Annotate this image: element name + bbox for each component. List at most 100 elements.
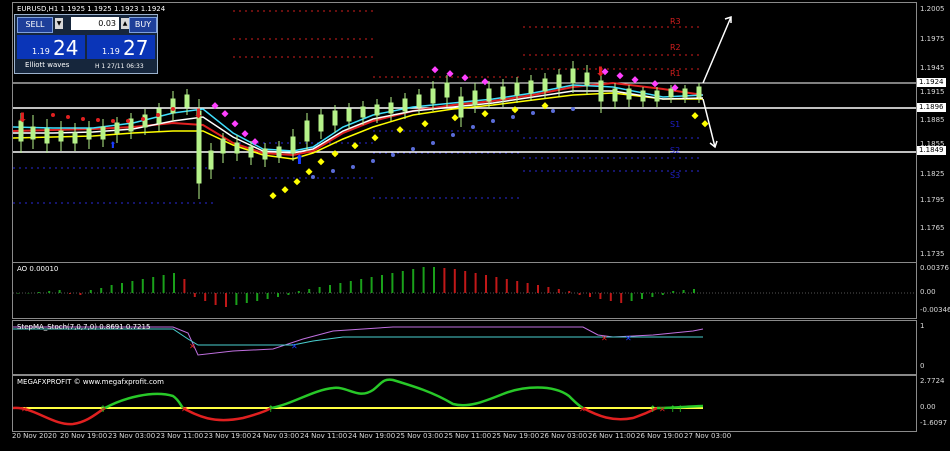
ao-bar — [661, 293, 664, 295]
ao-bar — [266, 293, 269, 299]
time-tick: 20 Nov 19:00 — [60, 432, 108, 440]
sell-price-small: 1.19 — [32, 47, 50, 56]
stoch-main-line — [13, 326, 704, 356]
ao-bar — [287, 293, 290, 295]
cross-buy-marker: ✕ — [625, 334, 632, 343]
ao-axis-mid: 0.00 — [920, 288, 936, 296]
lot-decrease-button[interactable]: ▼ — [55, 18, 63, 29]
svg-text:↑: ↑ — [267, 405, 275, 415]
pivot-label-r3: R3 — [670, 17, 681, 26]
down-arrow-icon: ⬇ — [193, 107, 204, 122]
buy-quote[interactable]: 1.19 27 — [87, 35, 155, 60]
ao-bar — [474, 273, 477, 293]
ao-bar — [152, 277, 155, 293]
ao-bar — [235, 293, 238, 305]
ao-title: AO 0.00010 — [17, 265, 59, 273]
ao-bar — [682, 290, 685, 293]
mega-axis-top: 2.7724 — [920, 377, 945, 385]
ao-bar — [214, 293, 217, 305]
price-tick: 1.1735 — [920, 250, 945, 258]
ao-bar — [381, 275, 383, 293]
time-tick: 24 Nov 19:00 — [348, 432, 396, 440]
ao-bar — [329, 285, 331, 293]
red-dot-trail — [51, 107, 175, 123]
ao-bar — [693, 289, 695, 293]
ao-bar — [225, 293, 227, 307]
stoch-signal-line — [13, 328, 703, 346]
ao-bar — [537, 285, 539, 293]
svg-text:✕: ✕ — [181, 405, 188, 414]
pivot-label-s3: S3 — [670, 171, 681, 180]
cross-buy-marker: ✕ — [291, 342, 298, 351]
mega-axis-bottom: -1.6097 — [920, 419, 948, 427]
ao-pane[interactable]: AO 0.00010 — [12, 262, 917, 319]
ao-bar — [443, 268, 446, 293]
ao-bar — [401, 271, 404, 293]
cross-sell-marker: ✕ — [601, 334, 608, 343]
price-tag-1896: 1.1896 — [917, 103, 946, 112]
time-tick: 26 Nov 03:00 — [540, 432, 588, 440]
megafxprofit-pane[interactable]: ⇑ ↑ ↑ ↑↑ ✕ ✕ ✕ ✕ MEGAFXPROFIT © www.megafxpro… — [12, 375, 917, 432]
ao-bar — [339, 283, 342, 293]
time-tick: 25 Nov 03:00 — [396, 432, 444, 440]
ao-bar — [131, 281, 134, 293]
ao-bar — [17, 293, 19, 294]
ao-bar — [422, 267, 425, 293]
ao-bar — [141, 279, 144, 293]
buy-price-big: 27 — [123, 36, 149, 60]
ao-bar — [547, 287, 550, 293]
pivot-label-s1: S1 — [670, 120, 681, 129]
ao-bar — [183, 279, 186, 293]
price-tick: 1.1945 — [920, 64, 945, 72]
ao-axis: 0.00376 0.00 -0.00346 — [916, 262, 950, 317]
ao-bar — [79, 293, 82, 295]
time-tick: 24 Nov 03:00 — [252, 432, 300, 440]
ao-bar — [193, 293, 196, 297]
projection-arrows — [702, 15, 732, 149]
buy-button[interactable]: BUY — [129, 17, 157, 33]
svg-text:↑↑: ↑↑ — [669, 405, 684, 415]
ao-bar — [672, 291, 675, 293]
ao-histogram — [13, 267, 916, 307]
ao-bar — [568, 291, 571, 293]
ao-bar — [297, 291, 300, 293]
sell-button[interactable]: SELL — [17, 17, 53, 33]
price-tag-1849: 1.1849 — [917, 146, 946, 155]
ao-bar — [505, 279, 508, 293]
pivot-label-r2: R2 — [670, 43, 681, 52]
symbol-header: EURUSD,H1 1.1925 1.1925 1.1923 1.1924 — [17, 5, 166, 13]
ao-bar — [516, 281, 519, 293]
ao-bar — [609, 293, 612, 301]
ao-bar — [433, 267, 435, 293]
ao-bar — [589, 293, 591, 297]
svg-text:✕: ✕ — [579, 405, 586, 414]
mega-red-segments — [13, 406, 658, 426]
svg-text:⇑: ⇑ — [99, 405, 107, 415]
ao-bar — [89, 290, 92, 293]
svg-text:✕: ✕ — [21, 405, 28, 414]
price-tag-current: 1.1924 — [917, 78, 946, 87]
ao-bar — [204, 293, 207, 301]
time-tick: 20 Nov 2020 — [12, 432, 57, 440]
mega-axis: 2.7724 0.00 -1.6097 — [916, 375, 950, 430]
ao-bar — [121, 283, 123, 293]
ao-bar — [391, 273, 394, 293]
price-tick: 1.2005 — [920, 5, 945, 13]
ao-bar — [360, 279, 363, 293]
svg-text:↑: ↑ — [649, 405, 657, 415]
one-click-trading-panel[interactable]: SELL ▼ 0.03 ▲ BUY 1.19 24 1.19 27 Elliot… — [14, 14, 158, 74]
ao-bar — [578, 293, 581, 295]
up-arrow-icon: ⬆ — [109, 141, 117, 151]
down-arrow-icon: ⬇ — [595, 65, 606, 80]
lot-size-input[interactable]: 0.03 — [71, 17, 119, 30]
time-tick: 23 Nov 11:00 — [156, 432, 204, 440]
lot-increase-button[interactable]: ▲ — [121, 18, 129, 29]
ao-bar — [620, 293, 623, 303]
stoch-pane[interactable]: ✕ ✕ ✕ ✕ StepMA_Stoch(7,0,7,0) 0.8691 0.7… — [12, 320, 917, 375]
sell-quote[interactable]: 1.19 24 — [17, 35, 85, 60]
ao-bar — [318, 287, 321, 293]
time-tick: 24 Nov 11:00 — [300, 432, 348, 440]
ao-bar — [173, 273, 175, 293]
ao-bar — [453, 269, 456, 293]
ao-bar — [370, 277, 373, 293]
